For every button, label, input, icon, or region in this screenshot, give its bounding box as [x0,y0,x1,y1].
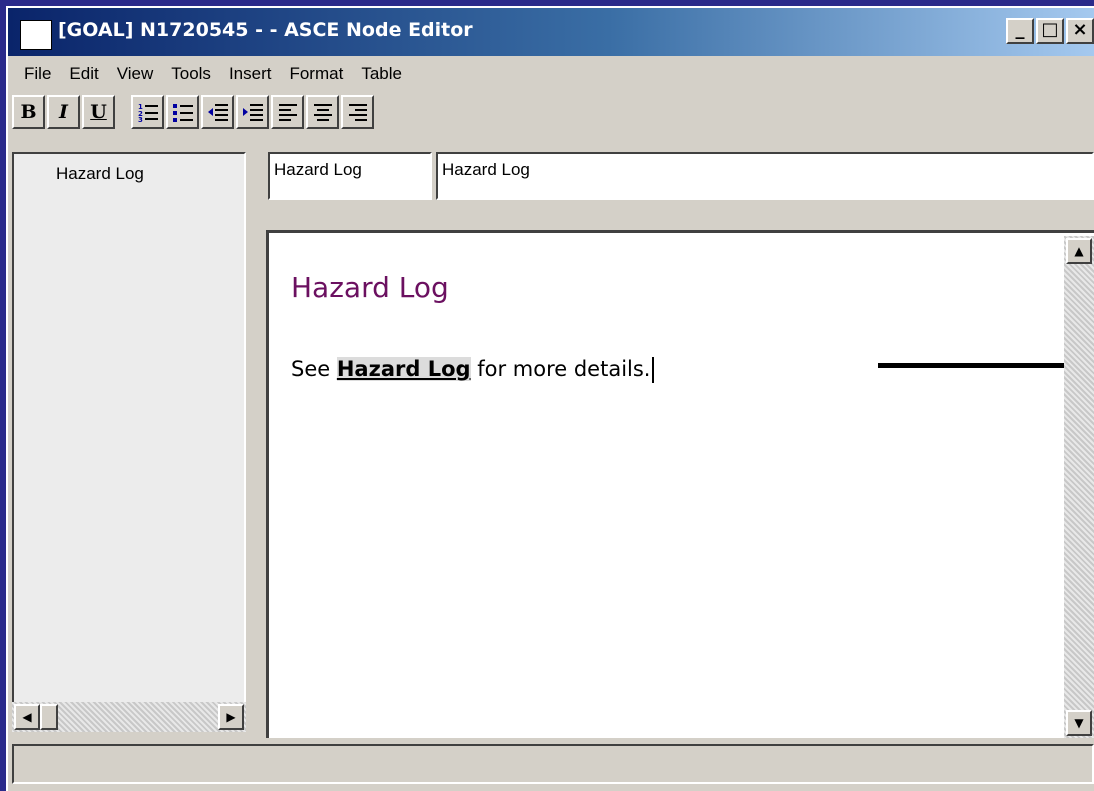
menu-view[interactable]: View [108,60,163,90]
text-after-link: for more details. [470,357,651,381]
menu-table[interactable]: Table [352,60,411,90]
document-paragraph: See Hazard Log for more details. [291,357,655,383]
window-controls: _ □ × [1006,18,1094,44]
document-editor[interactable]: Hazard Log See Hazard Log for more detai… [266,230,1094,738]
window-title: [GOAL] N1720545 - - ASCE Node Editor [58,19,473,41]
bold-button[interactable]: B [12,95,45,129]
align-center-icon[interactable] [306,95,339,129]
scroll-down-button[interactable]: ▼ [1066,710,1092,736]
menu-bar: File Edit View Tools Insert Format Table [8,60,411,90]
scroll-right-button[interactable]: ▶ [218,704,244,730]
document-heading: Hazard Log [291,271,449,304]
tree-item-hazard-log[interactable]: Hazard Log [56,164,144,184]
scroll-thumb[interactable] [40,704,58,730]
menu-format[interactable]: Format [280,60,352,90]
app-icon [20,20,52,50]
minimize-button[interactable]: _ [1006,18,1034,44]
close-button[interactable]: × [1066,18,1094,44]
menu-edit[interactable]: Edit [60,60,107,90]
numbered-list-icon[interactable]: 123 [131,95,164,129]
italic-button[interactable]: I [47,95,80,129]
node-identifier-field[interactable]: Hazard Log [268,152,432,200]
node-tree-pane[interactable]: Hazard Log [12,152,246,732]
scroll-up-button[interactable]: ▲ [1066,238,1092,264]
callout-pointer-line [878,363,1094,368]
maximize-button[interactable]: □ [1036,18,1064,44]
underline-button[interactable]: U [82,95,115,129]
scroll-left-button[interactable]: ◀ [14,704,40,730]
text-before-link: See [291,357,337,381]
align-right-icon[interactable] [341,95,374,129]
menu-tools[interactable]: Tools [162,60,220,90]
svg-text:3: 3 [138,116,143,123]
document-vertical-scrollbar[interactable]: ▲ ▼ [1064,236,1094,738]
text-caret [652,357,655,383]
node-title-field[interactable]: Hazard Log [436,152,1094,200]
hazard-log-link[interactable]: Hazard Log [336,357,471,381]
align-left-icon[interactable] [271,95,304,129]
formatting-toolbar: B I U 123 [12,92,376,132]
tree-horizontal-scrollbar[interactable]: ◀ ▶ [12,702,246,732]
bullet-list-icon[interactable] [166,95,199,129]
menu-insert[interactable]: Insert [220,60,281,90]
menu-file[interactable]: File [8,60,60,90]
status-bar [12,744,1094,784]
outdent-icon[interactable] [201,95,234,129]
indent-icon[interactable] [236,95,269,129]
title-bar[interactable]: [GOAL] N1720545 - - ASCE Node Editor _ □… [8,8,1094,56]
